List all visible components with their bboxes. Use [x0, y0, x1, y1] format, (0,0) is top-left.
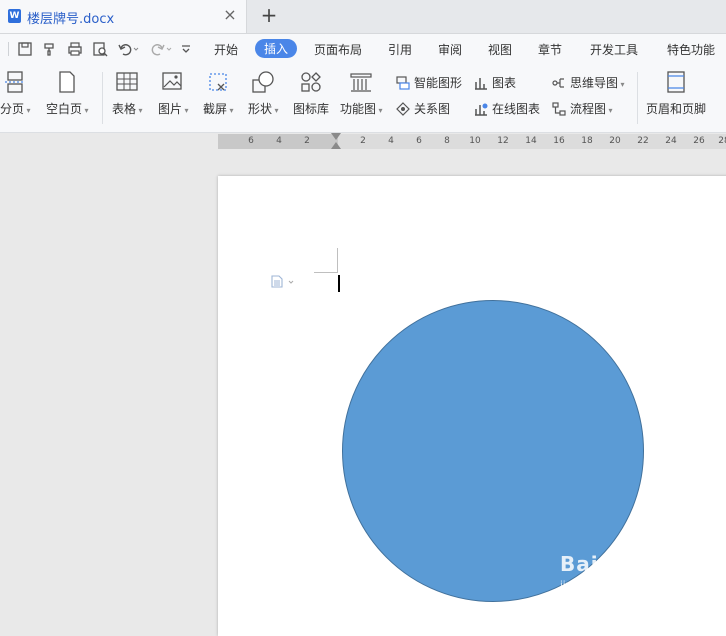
chart-label: 图表	[492, 76, 517, 90]
header-footer-button[interactable]: 页眉和页脚	[646, 70, 706, 117]
relation-chart-label: 关系图	[414, 102, 451, 116]
document-tab[interactable]: W 楼层牌号.docx ×	[0, 0, 247, 33]
page-break-icon	[3, 70, 27, 94]
picture-icon	[161, 70, 185, 94]
format-painter-icon[interactable]	[42, 41, 58, 57]
page-break-label: 分页	[0, 102, 31, 116]
undo-icon[interactable]	[117, 41, 139, 57]
ruler-tick: 28	[718, 136, 726, 146]
smart-art-button[interactable]: 智能图形	[396, 74, 462, 91]
ruler-tick: 4	[276, 136, 282, 146]
ruler-tick: 6	[416, 136, 422, 146]
screenshot-label: 截屏	[203, 102, 234, 116]
customize-toolbar-icon[interactable]	[180, 41, 196, 57]
icon-library-label: 图标库	[293, 102, 330, 116]
icon-library-icon	[299, 70, 323, 94]
margin-crop-mark	[314, 272, 338, 273]
document-canvas	[0, 151, 726, 636]
chart-button[interactable]: 图表	[474, 74, 516, 91]
function-chart-label: 功能图	[340, 102, 383, 116]
shapes-button[interactable]: 形状	[248, 70, 279, 117]
ruler-tick: 4	[388, 136, 394, 146]
ruler-tick: 22	[637, 136, 649, 146]
text-cursor	[338, 275, 340, 292]
menu-home[interactable]: 开始	[214, 41, 238, 58]
function-chart-icon	[349, 70, 373, 94]
title-tab-bar: W 楼层牌号.docx × +	[0, 0, 726, 34]
ruler-tick: 18	[581, 136, 593, 146]
menu-review[interactable]: 审阅	[438, 41, 462, 58]
print-icon[interactable]	[67, 41, 83, 57]
watermark-brand: Baidu经验	[560, 552, 672, 576]
new-tab-button[interactable]: +	[260, 4, 278, 26]
online-chart-icon	[474, 102, 488, 116]
flowchart-button[interactable]: 流程图 ▾	[552, 100, 613, 117]
relation-chart-button[interactable]: 关系图	[396, 100, 450, 117]
ruler-tick: 2	[360, 136, 366, 146]
smart-art-label: 智能图形	[414, 76, 463, 90]
header-footer-label: 页眉和页脚	[646, 102, 707, 116]
menu-references[interactable]: 引用	[388, 41, 412, 58]
document-tab-title: 楼层牌号.docx	[27, 12, 115, 27]
screenshot-button[interactable]: 截屏	[203, 70, 234, 117]
watermark-url: jingyan.baidu.com	[560, 580, 653, 591]
ruler-tick: 8	[444, 136, 450, 146]
screenshot-icon	[206, 70, 230, 94]
divider	[102, 72, 103, 124]
menu-bar: 开始 插入 页面布局 引用 审阅 视图 章节 开发工具 特色功能	[0, 34, 726, 64]
icon-library-button[interactable]: 图标库	[293, 70, 329, 117]
divider	[637, 72, 638, 124]
menu-sections[interactable]: 章节	[538, 41, 562, 58]
redo-icon[interactable]	[150, 41, 172, 57]
ruler-tick: 16	[553, 136, 565, 146]
wps-writer-icon: W	[8, 9, 21, 23]
blank-page-button[interactable]: 空白页	[46, 70, 89, 117]
table-label: 表格	[112, 102, 143, 116]
ruler-tick: 20	[609, 136, 621, 146]
ruler-tick: 10	[469, 136, 481, 146]
menu-view[interactable]: 视图	[488, 41, 512, 58]
save-icon[interactable]	[17, 41, 33, 57]
flowchart-icon	[552, 102, 566, 116]
menu-developer[interactable]: 开发工具	[590, 41, 638, 58]
relation-chart-icon	[396, 102, 410, 116]
flowchart-label: 流程图	[570, 102, 607, 116]
menu-special-features[interactable]: 特色功能	[667, 41, 715, 58]
margin-crop-mark	[337, 248, 338, 273]
blank-page-label: 空白页	[46, 102, 89, 116]
online-chart-label: 在线图表	[492, 102, 541, 116]
close-tab-icon[interactable]: ×	[222, 6, 238, 24]
ruler-tick: 26	[693, 136, 705, 146]
first-line-indent-marker[interactable]	[331, 133, 341, 140]
smart-art-icon	[396, 76, 410, 90]
table-button[interactable]: 表格	[112, 70, 143, 117]
table-icon	[115, 70, 139, 94]
header-footer-icon	[664, 70, 688, 94]
ruler-tick: 6	[248, 136, 254, 146]
mind-map-button[interactable]: 思维导图 ▾	[552, 74, 625, 91]
ruler-tick: 24	[665, 136, 677, 146]
mind-map-icon	[552, 76, 566, 90]
page-break-button[interactable]: 分页	[0, 70, 31, 117]
function-chart-button[interactable]: 功能图	[340, 70, 383, 117]
ruler-tick: 14	[525, 136, 537, 146]
shapes-icon	[251, 70, 275, 94]
online-chart-button[interactable]: 在线图表	[474, 100, 540, 117]
hanging-indent-marker[interactable]	[331, 142, 341, 149]
ruler-tick: 12	[497, 136, 509, 146]
paragraph-layout-icon[interactable]	[271, 275, 294, 288]
divider	[8, 42, 9, 56]
blank-page-icon	[55, 70, 79, 94]
shapes-label: 形状	[248, 102, 279, 116]
insert-ribbon: 分页 空白页 表格 图片 截屏 形状 图标库	[0, 64, 726, 133]
print-preview-icon[interactable]	[92, 41, 108, 57]
horizontal-ruler[interactable]: 6 4 2 2 4 6 8 10 12 14 16 18 20 22 24 26…	[0, 133, 726, 151]
mind-map-label: 思维导图	[570, 76, 619, 90]
menu-insert[interactable]: 插入	[255, 39, 298, 58]
picture-label: 图片	[158, 102, 189, 116]
menu-page-layout[interactable]: 页面布局	[314, 41, 362, 58]
chart-icon	[474, 76, 488, 90]
picture-button[interactable]: 图片	[158, 70, 189, 117]
ruler-tick: 2	[304, 136, 310, 146]
